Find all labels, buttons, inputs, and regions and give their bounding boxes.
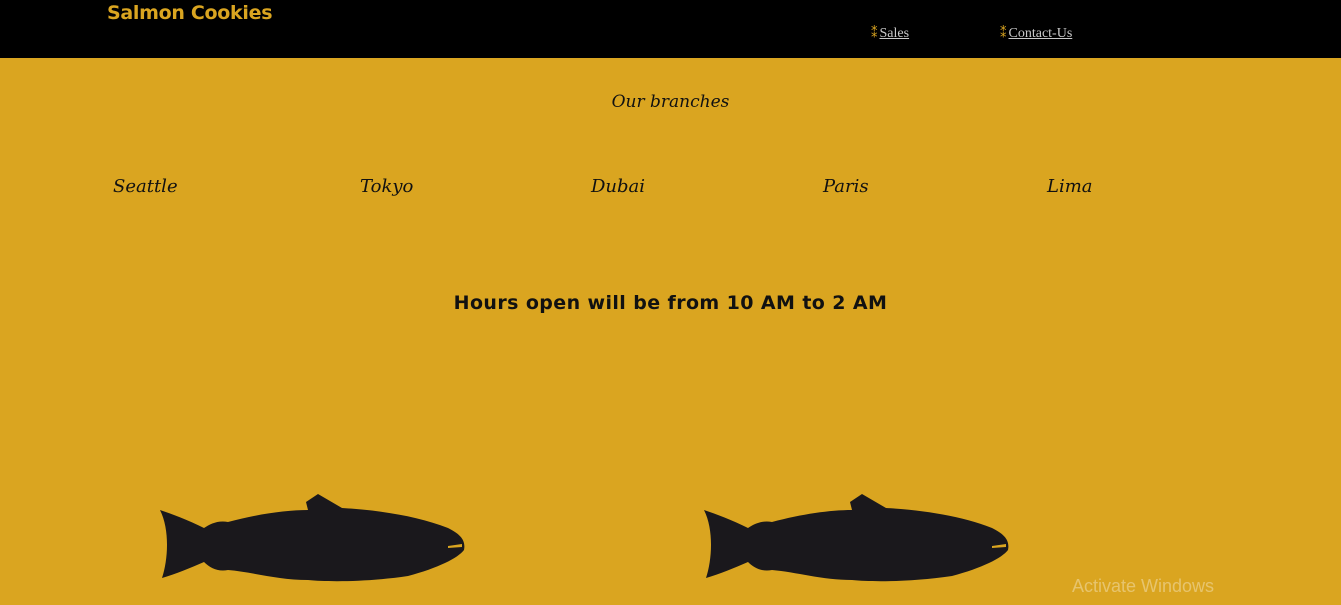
activate-windows-watermark: Activate Windows — [1072, 576, 1215, 596]
site-header: Salmon Cookies ⁑ Sales ⁑ Contact-Us — [0, 0, 1341, 58]
salmon-fish-icon — [704, 494, 1009, 582]
branch-dubai: Dubai — [591, 176, 646, 197]
nav-bullet-icon: ⁑ — [871, 25, 878, 40]
salmon-fish-icon — [160, 494, 465, 582]
branch-paris: Paris — [823, 176, 869, 197]
branch-lima: Lima — [1047, 176, 1093, 197]
nav-item-sales[interactable]: ⁑ Sales — [871, 25, 909, 42]
nav-link-contact[interactable]: Contact-Us — [1009, 26, 1073, 41]
site-logo[interactable]: Salmon Cookies — [107, 2, 273, 24]
nav-bullet-icon: ⁑ — [1000, 25, 1007, 40]
branches-heading: Our branches — [611, 92, 730, 112]
hours-text: Hours open will be from 10 AM to 2 AM — [453, 292, 888, 314]
nav-link-sales[interactable]: Sales — [880, 26, 910, 41]
branch-seattle: Seattle — [113, 176, 178, 197]
nav-item-contact[interactable]: ⁑ Contact-Us — [1000, 25, 1072, 42]
branch-tokyo: Tokyo — [360, 176, 414, 197]
